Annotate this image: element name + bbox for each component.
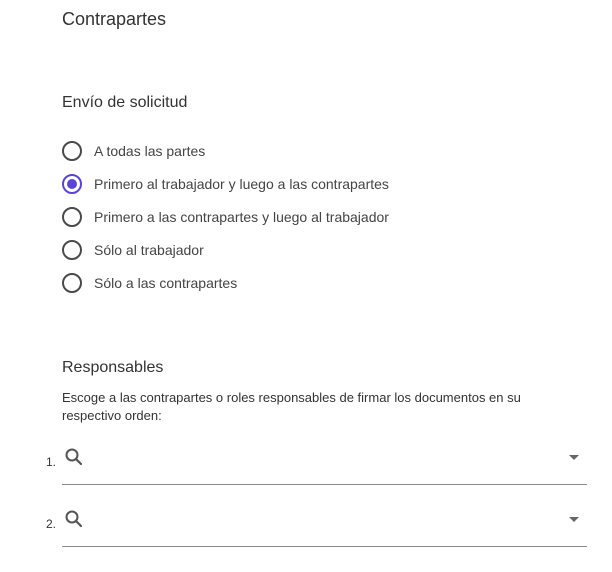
responsable-row-2: 2.: [46, 506, 587, 547]
search-icon: [65, 510, 83, 528]
responsable-select-2[interactable]: [62, 506, 587, 547]
radio-button[interactable]: [62, 140, 82, 161]
envio-radio-group: A todas las partes Primero al trabajador…: [62, 134, 389, 299]
row-number: 1.: [46, 455, 57, 469]
radio-label: Sólo a las contrapartes: [94, 274, 238, 291]
envio-section-title: Envío de solicitud: [62, 94, 188, 111]
radio-label: Primero a las contrapartes y luego al tr…: [94, 208, 389, 225]
page-title: Contrapartes: [62, 9, 167, 29]
responsable-row-1: 1.: [46, 444, 587, 485]
radio-option-solo-trabajador[interactable]: Sólo al trabajador: [62, 233, 389, 266]
chevron-down-icon[interactable]: [569, 455, 579, 460]
radio-button[interactable]: [62, 239, 82, 260]
radio-label: A todas las partes: [94, 142, 206, 159]
radio-option-trabajador-luego-contrapartes[interactable]: Primero al trabajador y luego a las cont…: [62, 167, 389, 200]
page: Contrapartes Envío de solicitud A todas …: [0, 0, 612, 572]
row-number: 2.: [46, 517, 57, 531]
chevron-down-icon[interactable]: [569, 517, 579, 522]
responsables-description: Escoge a las contrapartes o roles respon…: [62, 390, 521, 423]
responsable-search-input-1[interactable]: [90, 446, 547, 472]
radio-option-todas[interactable]: A todas las partes: [62, 134, 389, 167]
radio-button[interactable]: [62, 206, 82, 227]
radio-label: Primero al trabajador y luego a las cont…: [94, 175, 389, 192]
radio-option-solo-contrapartes[interactable]: Sólo a las contrapartes: [62, 266, 389, 299]
radio-label: Sólo al trabajador: [94, 241, 204, 258]
search-icon: [65, 448, 83, 466]
radio-option-contrapartes-luego-trabajador[interactable]: Primero a las contrapartes y luego al tr…: [62, 200, 389, 233]
responsable-select-1[interactable]: [62, 444, 587, 485]
responsable-search-input-2[interactable]: [90, 508, 547, 534]
radio-button[interactable]: [62, 173, 82, 194]
responsables-section-title: Responsables: [62, 359, 164, 376]
radio-button[interactable]: [62, 272, 82, 293]
